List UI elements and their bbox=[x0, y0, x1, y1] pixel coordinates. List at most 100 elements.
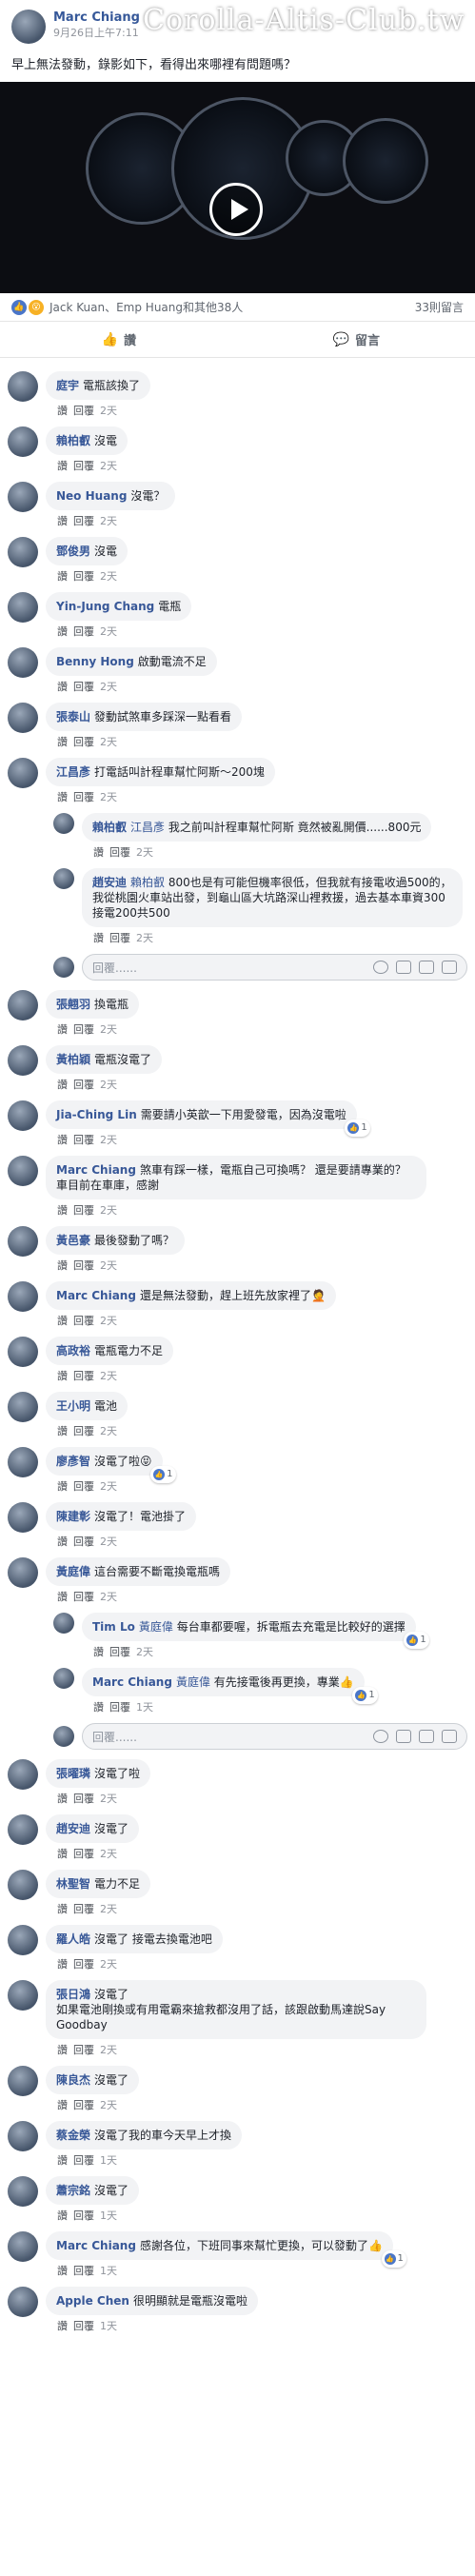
comment-reply-button[interactable]: 回覆 bbox=[73, 1793, 94, 1805]
comment-time[interactable]: 1天 bbox=[100, 2209, 117, 2222]
comment-like-button[interactable]: 讚 bbox=[57, 1903, 68, 1915]
comment-time[interactable]: 2天 bbox=[136, 932, 153, 944]
avatar[interactable] bbox=[8, 1337, 38, 1367]
comment-time[interactable]: 2天 bbox=[100, 1903, 117, 1915]
emoji-icon[interactable] bbox=[373, 1730, 388, 1743]
comment-like-button[interactable]: 讚 bbox=[93, 1701, 104, 1714]
comment-time[interactable]: 1天 bbox=[100, 2265, 117, 2277]
avatar[interactable] bbox=[8, 703, 38, 733]
comment-reply-button[interactable]: 回覆 bbox=[73, 1315, 94, 1327]
avatar[interactable] bbox=[8, 1814, 38, 1845]
comment-reply-button[interactable]: 回覆 bbox=[73, 1204, 94, 1217]
comment-like-count[interactable]: 👍 1 bbox=[404, 1632, 429, 1649]
comment-reply-button[interactable]: 回覆 bbox=[73, 2044, 94, 2056]
comment-author[interactable]: 賴柏叡 bbox=[92, 821, 127, 834]
comment-like-count[interactable]: 👍 1 bbox=[381, 2250, 406, 2268]
comment-like-button[interactable]: 讚 bbox=[57, 1591, 68, 1603]
comment-author[interactable]: 張泰山 bbox=[56, 710, 90, 723]
avatar[interactable] bbox=[8, 1870, 38, 1900]
comment-like-button[interactable]: 讚 bbox=[57, 1259, 68, 1272]
comment-like-button[interactable]: 讚 bbox=[57, 736, 68, 748]
avatar[interactable] bbox=[8, 1759, 38, 1790]
comment-author[interactable]: 林聖智 bbox=[56, 1877, 90, 1891]
comment-author[interactable]: 陳建彰 bbox=[56, 1510, 90, 1523]
avatar[interactable] bbox=[8, 1502, 38, 1533]
avatar[interactable] bbox=[8, 1100, 38, 1131]
comment-time[interactable]: 2天 bbox=[100, 1370, 117, 1382]
comment-time[interactable]: 2天 bbox=[100, 791, 117, 803]
comment-like-button[interactable]: 讚 bbox=[57, 515, 68, 527]
comment-like-button[interactable]: 讚 bbox=[57, 2044, 68, 2056]
comment-reply-button[interactable]: 回覆 bbox=[73, 1591, 94, 1603]
avatar[interactable] bbox=[8, 2121, 38, 2151]
comment-like-button[interactable]: 讚 bbox=[57, 1079, 68, 1091]
comment-like-button[interactable]: 讚 bbox=[57, 460, 68, 472]
comment-time[interactable]: 2天 bbox=[100, 681, 117, 693]
comment-author[interactable]: Marc Chiang bbox=[92, 1675, 172, 1689]
comment-reply-button[interactable]: 回覆 bbox=[73, 625, 94, 638]
comment-reply-button[interactable]: 回覆 bbox=[73, 1903, 94, 1915]
comment-author[interactable]: 陳良杰 bbox=[56, 2073, 90, 2087]
avatar[interactable] bbox=[8, 371, 38, 402]
comment-like-button[interactable]: 讚 bbox=[57, 2099, 68, 2111]
comment-count[interactable]: 33則留言 bbox=[415, 299, 464, 315]
comment-reply-button[interactable]: 回覆 bbox=[73, 791, 94, 803]
video-player[interactable] bbox=[0, 82, 475, 293]
camera-icon[interactable] bbox=[396, 1730, 411, 1743]
avatar[interactable] bbox=[8, 990, 38, 1020]
like-button[interactable]: 👍 讚 bbox=[0, 322, 238, 357]
comment-author[interactable]: Marc Chiang bbox=[56, 1289, 136, 1302]
comment-reply-button[interactable]: 回覆 bbox=[73, 681, 94, 693]
comment-author[interactable]: Marc Chiang bbox=[56, 2239, 136, 2252]
comment-reply-button[interactable]: 回覆 bbox=[73, 1370, 94, 1382]
mention-tag[interactable]: 江昌彥 bbox=[130, 821, 165, 834]
comment-reply-button[interactable]: 回覆 bbox=[73, 570, 94, 583]
comment-author[interactable]: 黃庭偉 bbox=[56, 1565, 90, 1578]
gif-icon[interactable] bbox=[419, 961, 434, 974]
comment-like-button[interactable]: 讚 bbox=[57, 1536, 68, 1548]
comment-time[interactable]: 1天 bbox=[100, 2154, 117, 2167]
comment-author[interactable]: 江昌彥 bbox=[56, 765, 90, 779]
comment-reply-button[interactable]: 回覆 bbox=[109, 1701, 130, 1714]
comment-reply-button[interactable]: 回覆 bbox=[109, 932, 130, 944]
comment-reply-button[interactable]: 回覆 bbox=[73, 1259, 94, 1272]
comment-reply-button[interactable]: 回覆 bbox=[73, 2154, 94, 2167]
avatar[interactable] bbox=[8, 1392, 38, 1422]
comment-author[interactable]: 羅人皓 bbox=[56, 1932, 90, 1946]
comment-author[interactable]: 黃柏穎 bbox=[56, 1053, 90, 1066]
comment-time[interactable]: 2天 bbox=[136, 846, 153, 859]
post-author[interactable]: Marc Chiang bbox=[53, 10, 140, 27]
play-icon[interactable] bbox=[209, 183, 263, 236]
comment-time[interactable]: 2天 bbox=[100, 515, 117, 527]
avatar[interactable] bbox=[8, 1045, 38, 1076]
comment-time[interactable]: 2天 bbox=[100, 405, 117, 417]
comment-time[interactable]: 2天 bbox=[100, 570, 117, 583]
comment-like-button[interactable]: 讚 bbox=[57, 1480, 68, 1493]
sticker-icon[interactable] bbox=[442, 961, 457, 974]
avatar[interactable] bbox=[8, 758, 38, 788]
avatar[interactable] bbox=[8, 1925, 38, 1955]
avatar[interactable] bbox=[8, 1980, 38, 2011]
comment-time[interactable]: 2天 bbox=[100, 1079, 117, 1091]
mention-tag[interactable]: 黃庭偉 bbox=[176, 1675, 210, 1689]
reply-input[interactable]: 回覆...... bbox=[82, 954, 467, 981]
comment-time[interactable]: 2天 bbox=[100, 1848, 117, 1860]
comment-reply-button[interactable]: 回覆 bbox=[73, 1536, 94, 1548]
avatar[interactable] bbox=[53, 1668, 74, 1689]
comment-reply-button[interactable]: 回覆 bbox=[73, 1480, 94, 1493]
comment-author[interactable]: Marc Chiang bbox=[56, 1163, 136, 1177]
avatar[interactable] bbox=[8, 592, 38, 623]
reaction-names[interactable]: Jack Kuan、Emp Huang和其他38人 bbox=[49, 299, 415, 315]
comment-like-button[interactable]: 讚 bbox=[93, 846, 104, 859]
avatar[interactable] bbox=[8, 1281, 38, 1312]
comment-author[interactable]: 鄧俊男 bbox=[56, 545, 90, 558]
comment-reply-button[interactable]: 回覆 bbox=[73, 405, 94, 417]
comment-like-count[interactable]: 👍 1 bbox=[150, 1466, 176, 1483]
comment-reply-button[interactable]: 回覆 bbox=[73, 2265, 94, 2277]
comment-like-button[interactable]: 讚 bbox=[93, 932, 104, 944]
comment-reply-button[interactable]: 回覆 bbox=[73, 1425, 94, 1437]
comment-like-button[interactable]: 讚 bbox=[57, 1023, 68, 1036]
comment-like-button[interactable]: 讚 bbox=[57, 681, 68, 693]
comment-like-button[interactable]: 讚 bbox=[57, 2320, 68, 2332]
mention-tag[interactable]: 黃庭偉 bbox=[139, 1620, 173, 1634]
